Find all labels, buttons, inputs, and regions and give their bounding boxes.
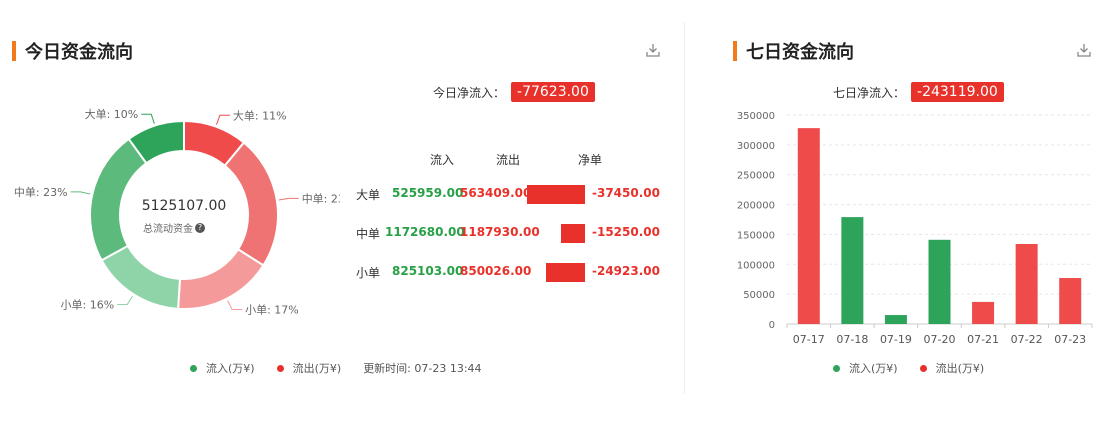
today-net-row: 今日净流入： -77623.00: [433, 82, 595, 102]
flow-row-label: 大单: [356, 188, 381, 202]
net-bar: [546, 263, 585, 282]
donut-leader: [117, 295, 133, 305]
today-net-value: -77623.00: [511, 82, 595, 102]
legend-inflow-label: 流入(万¥): [849, 362, 898, 375]
today-legend: 流入(万¥) 流出(万¥) 更新时间: 07-23 13:44: [190, 360, 482, 376]
y-tick-label: 0: [769, 320, 775, 331]
bar-07-23[interactable]: [1059, 278, 1082, 324]
net-bar: [527, 185, 585, 204]
seven-legend: 流入(万¥) 流出(万¥): [833, 360, 1006, 376]
x-tick-label: 07-21: [967, 333, 999, 346]
legend-inflow[interactable]: 流入(万¥): [833, 360, 898, 376]
y-tick-label: 200000: [737, 201, 775, 212]
donut-label: 小单: 16%: [61, 298, 115, 311]
table-header-inflow: 流入: [430, 153, 455, 167]
net-bar: [561, 224, 585, 243]
today-net-label: 今日净流入：: [433, 85, 506, 100]
donut-slice[interactable]: [223, 141, 279, 267]
flow-row-inflow: 825103.00: [392, 264, 464, 278]
title-accent-bar: [12, 41, 16, 61]
x-tick-label: 07-17: [793, 333, 825, 346]
legend-inflow-dot: [190, 364, 197, 372]
flow-row-outflow: 850026.00: [460, 264, 532, 278]
seven-day-flow-panel: 七日资金流向 七日净流入： -243119.00 0 50000 100000 150…: [707, 0, 1113, 438]
flow-row-net: -37450.00: [592, 186, 660, 200]
y-tick-label: 100000: [737, 260, 775, 271]
seven-title-wrap: 七日资金流向: [733, 38, 854, 64]
bar-07-17[interactable]: [797, 128, 820, 324]
x-tick-label: 07-22: [1011, 333, 1043, 346]
bar-07-22[interactable]: [1015, 243, 1038, 324]
panel-divider: [684, 22, 685, 394]
legend-inflow-label: 流入(万¥): [206, 362, 255, 375]
seven-net-row: 七日净流入： -243119.00: [833, 82, 1004, 102]
y-tick-label: 250000: [737, 171, 775, 182]
download-icon[interactable]: [645, 42, 661, 62]
legend-outflow-label: 流出(万¥): [292, 362, 342, 375]
flow-row-inflow: 1172680.00: [385, 225, 465, 239]
flow-row-inflow: 525959.00: [392, 186, 464, 200]
y-tick-label: 300000: [737, 141, 775, 152]
today-title-wrap: 今日资金流向: [12, 38, 133, 64]
donut-center-label: 总流动资金: [143, 224, 193, 235]
flow-row-label: 中单: [356, 227, 381, 241]
y-tick-label: 350000: [737, 111, 775, 122]
seven-title: 七日资金流向: [746, 42, 854, 63]
flow-row-net: -24923.00: [592, 264, 660, 278]
flow-row-net: -15250.00: [592, 225, 660, 239]
bar-07-18[interactable]: [841, 217, 864, 324]
donut-leader: [278, 197, 299, 201]
donut-label: 大单: 10%: [85, 107, 139, 121]
flow-row-outflow: 563409.00: [460, 186, 532, 200]
legend-inflow-dot: [833, 364, 840, 372]
donut-label: 中单: 23%: [14, 186, 68, 199]
donut-center-label-wrap: 总流动资金 ?: [143, 220, 205, 235]
question-circle-icon[interactable]: ?: [195, 222, 205, 233]
x-tick-label: 07-19: [880, 333, 912, 346]
legend-inflow[interactable]: 流入(万¥): [190, 360, 255, 376]
bar-07-20[interactable]: [928, 239, 951, 324]
donut-label: 中单: 23%: [302, 192, 340, 205]
legend-outflow-dot: [276, 364, 284, 372]
x-tick-label: 07-23: [1054, 333, 1086, 346]
seven-net-label: 七日净流入：: [833, 85, 906, 100]
donut-slice[interactable]: [89, 137, 148, 262]
flow-row-label: 小单: [356, 266, 381, 280]
legend-outflow[interactable]: 流出(万¥): [276, 360, 342, 376]
title-accent-bar: [733, 41, 737, 61]
donut-center-value: 5125107.00: [141, 198, 227, 214]
donut-leader: [141, 113, 155, 124]
download-icon[interactable]: [1076, 42, 1092, 62]
donut-leader: [70, 191, 91, 195]
x-tick-label: 07-18: [836, 333, 868, 346]
bar-07-21[interactable]: [972, 301, 995, 324]
y-tick-label: 150000: [737, 230, 775, 241]
today-flow-panel: 今日资金流向 今日净流入： -77623.00 大单: 11% 中单: 23% 小单…: [0, 0, 684, 438]
seven-day-bar-chart: 0 50000 100000 150000 200000 250000 300000 3500…: [737, 111, 1093, 346]
y-tick-label: 50000: [743, 290, 775, 301]
seven-net-value: -243119.00: [911, 82, 1004, 102]
x-tick-label: 07-20: [924, 333, 956, 346]
donut-label: 大单: 11%: [233, 108, 287, 122]
table-header-net: 净单: [578, 153, 603, 167]
legend-outflow[interactable]: 流出(万¥): [919, 360, 985, 376]
flow-row-outflow: 1187930.00: [460, 225, 540, 239]
legend-outflow-dot: [919, 364, 927, 372]
donut-leader: [216, 114, 230, 125]
update-time: 更新时间: 07-23 13:44: [363, 362, 482, 375]
legend-outflow-label: 流出(万¥): [935, 362, 985, 375]
donut-label: 小单: 17%: [245, 303, 299, 316]
donut-leader: [227, 300, 243, 310]
today-title: 今日资金流向: [25, 42, 133, 63]
donut-slice[interactable]: [177, 247, 265, 310]
bar-07-19[interactable]: [884, 315, 907, 324]
table-header-outflow: 流出: [496, 153, 521, 167]
